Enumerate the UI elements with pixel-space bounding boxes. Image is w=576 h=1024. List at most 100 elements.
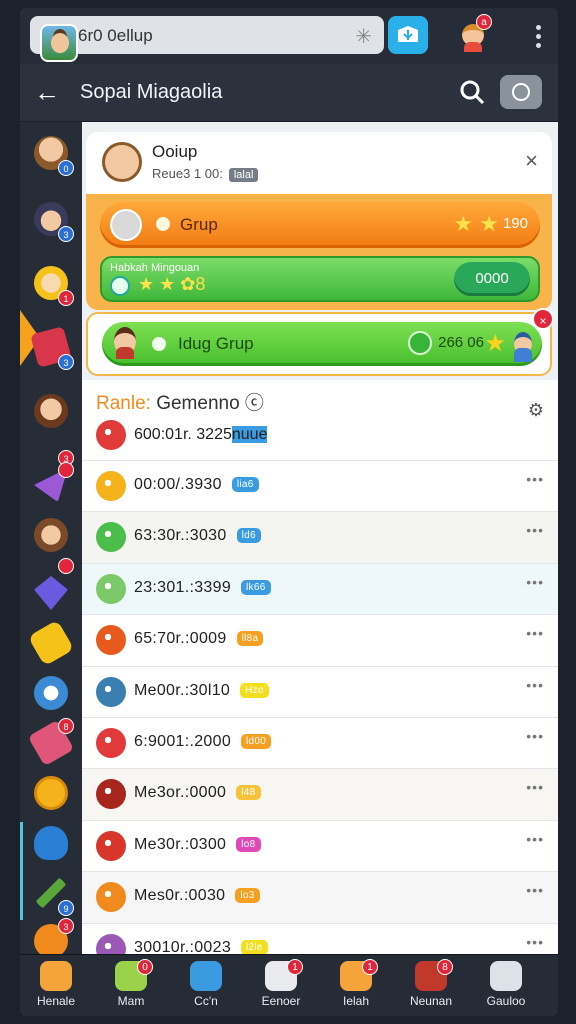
row-more-icon[interactable]: ••• [526, 934, 544, 950]
sidebar-item-player2[interactable]: 3 [32, 200, 74, 242]
row-more-icon[interactable]: ••• [526, 831, 544, 847]
table-row[interactable]: 30010r.:0023 l2le ••• [82, 922, 558, 954]
sidebar-item-player5[interactable] [32, 516, 74, 574]
group-avatar [102, 142, 142, 182]
sidebar-item-sword[interactable]: 9 [32, 874, 74, 916]
nav-item-5[interactable]: Neunan 8 [401, 959, 461, 1015]
nav-item-2[interactable]: Cc'n [176, 961, 236, 1015]
sidebar-badge: 3 [58, 918, 74, 934]
row-more-icon[interactable]: ••• [526, 625, 544, 641]
compass-icon [512, 83, 530, 101]
row-tag: nuue [231, 426, 268, 443]
row-more-icon[interactable]: ••• [526, 779, 544, 795]
row-tag: lia6 [231, 477, 259, 492]
group-card[interactable]: Idug Grup 266 06 ★ × [86, 308, 554, 376]
nav-label: Mam [117, 994, 145, 1008]
list-title-text: Gemenno [150, 393, 240, 414]
row-time: 63:30r.:3030 ld6 [134, 527, 261, 545]
item-icon [96, 471, 126, 501]
group-subtitle: Reue3 1 00: lalal [152, 166, 259, 182]
nav-icon [40, 961, 72, 991]
list-title: Ranle: Gemenno ⓒ [96, 393, 264, 414]
row-tag: lk66 [241, 579, 271, 595]
shop-button[interactable] [388, 16, 428, 54]
sidebar-item-bucket[interactable] [27, 619, 75, 667]
table-row[interactable]: 23:301.:3399 lk66 ••• [82, 562, 558, 615]
row-more-icon[interactable]: ••• [526, 728, 544, 744]
row-more-icon[interactable]: ••• [526, 471, 544, 487]
row-more-icon[interactable]: ••• [526, 574, 544, 590]
table-row[interactable]: Me00r.:30l10 Hzo ••• [82, 665, 558, 717]
sidebar-item-player4[interactable]: 3 [32, 392, 74, 466]
sidebar-item-book[interactable]: 3 [30, 326, 74, 370]
row-time: 65:70r.:0009 ll8a [134, 630, 264, 648]
search-icon[interactable] [458, 78, 486, 106]
nav-item-3[interactable]: Eenoer 1 [251, 959, 311, 1015]
row-more-icon[interactable]: ••• [526, 677, 544, 693]
table-row[interactable]: Me30r.:0300 lo8 ••• [82, 819, 558, 872]
claim-button[interactable]: 0000 [454, 262, 530, 296]
notification-badge: a [476, 14, 492, 30]
row-time-text: 00:00/.3930 [134, 476, 222, 493]
nav-item-4[interactable]: Ielah 1 [326, 959, 386, 1015]
row-time: Mes0r.:0030 lo3 [134, 887, 260, 905]
nav-label: Gauloo [486, 994, 526, 1008]
nav-item-0[interactable]: Henale [26, 961, 86, 1015]
nav-icon [190, 961, 222, 991]
group-name: Ooiup [152, 142, 198, 161]
row-time: 30010r.:0023 l2le [134, 939, 268, 954]
search-field[interactable]: 6r0 0ellup ✳ [30, 16, 384, 62]
group-bar-count: 266 06 [408, 331, 484, 355]
table-row[interactable]: 00:00/.3930 lia6 ••• [82, 460, 558, 512]
item-icon [96, 779, 126, 810]
gem-icon [34, 576, 68, 610]
row-time: 6:9001:.2000 ld00 [134, 732, 272, 751]
row-time-text: Me3or.:0000 [134, 784, 227, 802]
table-row[interactable]: Mes0r.:0030 lo3 ••• [82, 871, 558, 923]
table-row[interactable]: 6:9001:.2000 ld00 ••• [82, 716, 558, 769]
nav-item-1[interactable]: Mam 0 [101, 959, 161, 1015]
sidebar-item-shield[interactable] [32, 674, 72, 714]
sidebar: 0 3 1 3 3 8 9 3 [20, 122, 82, 958]
sidebar-item-potion[interactable]: 8 [27, 718, 75, 767]
group-bar[interactable]: Idug Grup 266 06 ★ [102, 322, 542, 366]
compass-button[interactable] [500, 75, 542, 109]
row-time-text: 65:70r.:0009 [134, 630, 227, 648]
item-icon [96, 933, 126, 954]
row-tag: lo3 [235, 888, 260, 904]
nav-badge: 1 [287, 959, 303, 975]
table-row[interactable]: 65:70r.:0009 ll8a ••• [82, 614, 558, 666]
profile-avatar[interactable]: a [460, 14, 492, 52]
player-avatar[interactable] [40, 24, 78, 62]
table-row[interactable]: 600:01r. 3225nuue [82, 416, 558, 460]
clear-icon[interactable]: ✳ [355, 24, 372, 49]
close-icon[interactable]: × [525, 148, 538, 174]
row-more-icon[interactable]: ••• [526, 522, 544, 538]
nav-label: Cc'n [194, 994, 218, 1008]
sidebar-item-player1[interactable]: 0 [32, 134, 74, 176]
sidebar-item-armor[interactable] [32, 824, 72, 864]
stars-text: ★ ★ ✿8 [138, 274, 206, 294]
more-menu-icon[interactable] [536, 22, 542, 50]
list-header: Ranle: Gemenno ⓒ ⚙ 600:01r. 3225nuue [82, 380, 558, 460]
bucket-icon [27, 619, 75, 667]
pirate-character-icon [34, 518, 68, 552]
remove-icon[interactable]: × [532, 308, 554, 330]
sidebar-item-gem[interactable] [32, 574, 72, 614]
row-more-icon[interactable]: ••• [526, 882, 544, 898]
nav-item-6[interactable]: Gauloo [476, 961, 536, 1015]
sidebar-item-player3[interactable]: 1 [32, 264, 74, 306]
progress-bar[interactable]: Habkah Mingouan ★ ★ ✿8 0000 [100, 256, 540, 302]
item-icon [96, 625, 126, 656]
row-time-text: 6:9001:.2000 [134, 732, 232, 750]
sidebar-badge: 9 [58, 900, 74, 916]
sidebar-item-send[interactable] [32, 462, 74, 506]
row-time-text: Me30r.:0300 [134, 835, 227, 853]
table-row[interactable]: 63:30r.:3030 ld6 ••• [82, 511, 558, 563]
sidebar-item-coin[interactable] [32, 774, 72, 814]
sidebar-badge: 1 [58, 290, 74, 306]
table-row[interactable]: Me3or.:0000 l48 ••• [82, 768, 558, 820]
highlight-section: Grup ★ ★ 190 Habkah Mingouan ★ ★ ✿8 0000 [86, 194, 552, 310]
back-arrow-icon[interactable]: ← [34, 78, 62, 106]
group-orange-bar[interactable]: Grup ★ ★ 190 [100, 202, 540, 248]
